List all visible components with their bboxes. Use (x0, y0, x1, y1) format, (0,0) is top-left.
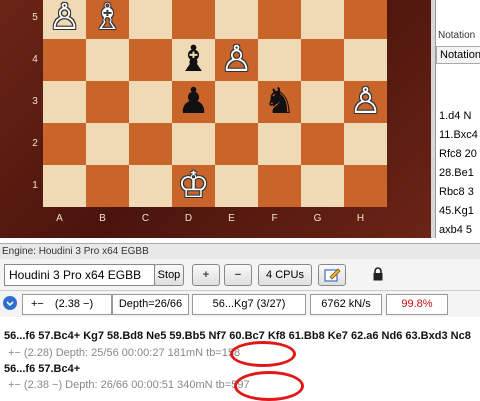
board-square[interactable] (129, 39, 172, 81)
file-label-d: D (184, 213, 193, 224)
board-square[interactable] (215, 165, 258, 207)
highlight-oval (230, 341, 296, 367)
lock-icon[interactable] (372, 267, 384, 281)
eval-value: (2.38 −) (54, 298, 94, 310)
board-square[interactable] (258, 165, 301, 207)
notation-tab-header[interactable]: Notation (438, 30, 475, 41)
notation-panel: Notation Notation 1.d4 N 11.Bxc4 Rfc8 20… (435, 0, 480, 238)
highlight-oval (234, 371, 304, 401)
depth-box: Depth=26/66 (112, 294, 189, 315)
rank-label-4: 4 (32, 54, 38, 65)
cpus-button[interactable]: 4 CPUs (258, 264, 312, 286)
board-square[interactable] (301, 39, 344, 81)
file-label-g: G (313, 213, 322, 224)
board-square[interactable] (258, 123, 301, 165)
analysis-line-1-info: +− (2.28) Depth: 25/56 00:00:27 181mN tb… (8, 347, 241, 359)
analysis-line-1-moves[interactable]: 56...f6 57.Bc4+ Kg7 58.Bd8 Ne5 59.Bb5 Nf… (4, 330, 471, 342)
notation-line[interactable]: 1.d4 N (439, 110, 471, 122)
engine-pane-title: Engine: Houdini 3 Pro x64 EGBB (0, 243, 480, 259)
board-square[interactable] (43, 123, 86, 165)
evaluation-box: +− (2.38 −) (22, 294, 112, 315)
rank-label-3: 3 (32, 96, 38, 107)
board-square[interactable] (301, 81, 344, 123)
white-bishop-b5[interactable]: ♗ (86, 0, 129, 39)
board-square[interactable] (129, 123, 172, 165)
file-label-b: B (99, 213, 106, 224)
file-label-h: H (356, 213, 365, 224)
white-pawn-e4[interactable]: ♙ (215, 39, 258, 81)
stop-button[interactable]: Stop (154, 264, 184, 286)
board-square[interactable] (344, 39, 387, 81)
board-square[interactable] (43, 165, 86, 207)
board-square[interactable] (215, 123, 258, 165)
board-square[interactable] (344, 165, 387, 207)
add-engine-button[interactable]: + (192, 264, 220, 286)
rank-label-2: 2 (32, 138, 38, 149)
board-square[interactable] (172, 0, 215, 39)
remove-engine-button[interactable]: − (224, 264, 252, 286)
notation-line[interactable]: axb4 5 (439, 224, 472, 236)
board-square[interactable] (215, 0, 258, 39)
file-label-f: F (271, 213, 278, 224)
board-square[interactable] (86, 123, 129, 165)
white-pawn-a5[interactable]: ♙ (43, 0, 86, 39)
engine-name-dropdown[interactable]: Houdini 3 Pro x64 EGBB (4, 264, 155, 286)
black-knight-f3[interactable]: ♞ (258, 81, 301, 123)
engine-info-bar: +− (2.38 −) Depth=26/66 56...Kg7 (3/27) … (0, 291, 480, 317)
board-square[interactable] (129, 0, 172, 39)
board-square[interactable] (129, 165, 172, 207)
eval-symbol: +− (31, 298, 44, 310)
board-square[interactable] (86, 165, 129, 207)
board-square[interactable] (43, 81, 86, 123)
board-square[interactable] (258, 39, 301, 81)
notation-line[interactable]: 45.Kg1 (439, 205, 474, 217)
black-pawn-d3[interactable]: ♟ (172, 81, 215, 123)
notation-line[interactable]: 28.Be1 (439, 167, 474, 179)
rank-label-5: 5 (32, 12, 38, 23)
notation-line[interactable]: Rfc8 20 (439, 148, 477, 160)
notation-tab[interactable]: Notation (436, 46, 480, 64)
board-square[interactable] (344, 123, 387, 165)
speed-box: 6762 kN/s (310, 294, 382, 315)
board-square[interactable] (301, 0, 344, 39)
board-square[interactable] (172, 123, 215, 165)
board-square[interactable] (215, 81, 258, 123)
engine-toolbar: Houdini 3 Pro x64 EGBB Stop + − 4 CPUs (0, 259, 480, 291)
board-square[interactable] (258, 0, 301, 39)
file-label-a: A (56, 213, 63, 224)
expand-icon[interactable] (3, 296, 17, 310)
white-king-d1[interactable]: ♔ (172, 165, 215, 207)
board-square[interactable] (43, 39, 86, 81)
rank-label-1: 1 (32, 180, 38, 191)
file-label-c: C (141, 213, 150, 224)
notation-line[interactable]: 11.Bxc4 (439, 129, 478, 141)
black-bishop-d4[interactable]: ♝ (172, 39, 215, 81)
analysis-output: 56...f6 57.Bc4+ Kg7 58.Bd8 Ne5 59.Bb5 Nf… (0, 318, 480, 401)
board-square[interactable] (86, 81, 129, 123)
board-square[interactable] (301, 123, 344, 165)
analysis-line-2-moves[interactable]: 56...f6 57.Bc4+ (4, 363, 80, 375)
board-square[interactable] (344, 0, 387, 39)
edit-icon[interactable] (318, 264, 346, 286)
current-move-box: 56...Kg7 (3/27) (192, 294, 306, 315)
board-square[interactable] (129, 81, 172, 123)
notation-line[interactable]: Rbc8 3 (439, 186, 474, 198)
hash-percent-box: 99.8% (386, 294, 448, 315)
board-square[interactable] (86, 39, 129, 81)
board-square[interactable] (301, 165, 344, 207)
white-pawn-h3[interactable]: ♙ (344, 81, 387, 123)
file-label-e: E (228, 213, 235, 224)
analysis-line-2-info: +− (2.38 −) Depth: 26/66 00:00:51 340mN … (8, 379, 250, 391)
chess-board-frame: 5 4 3 2 1 A B C D E F G H ♙ ♗ ♝ ♙ ♟ ♞ ♙ … (0, 0, 431, 238)
